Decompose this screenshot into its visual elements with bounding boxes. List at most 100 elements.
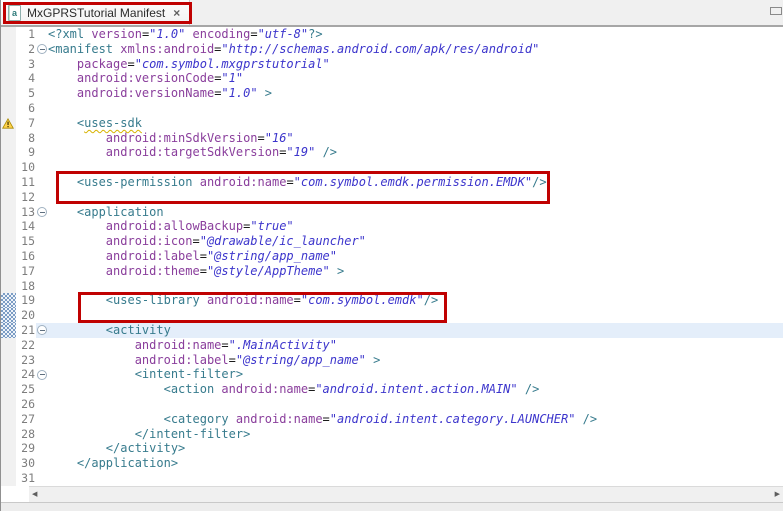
- code-text[interactable]: <uses-library android:name="com.symbol.e…: [48, 293, 783, 308]
- annotation-ruler-cell: [1, 234, 16, 249]
- folding-ruler-cell: [36, 353, 48, 368]
- collapse-minus-icon[interactable]: [37, 325, 47, 335]
- line-number[interactable]: 15: [16, 234, 36, 249]
- folding-ruler-cell: [36, 323, 48, 338]
- line-number[interactable]: 4: [16, 71, 36, 86]
- line-number[interactable]: 20: [16, 308, 36, 323]
- annotation-ruler-cell: [1, 412, 16, 427]
- code-text[interactable]: [48, 279, 783, 294]
- line-number[interactable]: 2: [16, 42, 36, 57]
- line-number[interactable]: 6: [16, 101, 36, 116]
- horizontal-scrollbar[interactable]: ◀ ▶: [1, 486, 783, 502]
- line-number[interactable]: 26: [16, 397, 36, 412]
- scrollbar-gutter-spacer: [1, 486, 29, 502]
- annotation-ruler-cell: [1, 427, 16, 442]
- change-marker[interactable]: [1, 323, 16, 338]
- line-number[interactable]: 17: [16, 264, 36, 279]
- line-number[interactable]: 27: [16, 412, 36, 427]
- line-number[interactable]: 10: [16, 160, 36, 175]
- code-text[interactable]: android:minSdkVersion="16": [48, 131, 783, 146]
- folding-ruler-cell: [36, 234, 48, 249]
- code-line-31: 31: [1, 471, 783, 486]
- line-number[interactable]: 18: [16, 279, 36, 294]
- collapse-minus-icon[interactable]: [37, 207, 47, 217]
- code-line-28: 28 </intent-filter>: [1, 427, 783, 442]
- code-text[interactable]: android:versionCode="1": [48, 71, 783, 86]
- code-text[interactable]: <?xml version="1.0" encoding="utf-8"?>: [48, 27, 783, 42]
- manifest-file-icon: a: [8, 5, 21, 21]
- line-number[interactable]: 21: [16, 323, 36, 338]
- line-number[interactable]: 7: [16, 116, 36, 131]
- line-number[interactable]: 24: [16, 367, 36, 382]
- code-text[interactable]: android:theme="@style/AppTheme" >: [48, 264, 783, 279]
- line-number[interactable]: 5: [16, 86, 36, 101]
- code-line-14: 14 android:allowBackup="true": [1, 219, 783, 234]
- line-number[interactable]: 3: [16, 57, 36, 72]
- code-text[interactable]: <uses-permission android:name="com.symbo…: [48, 175, 783, 190]
- line-number[interactable]: 1: [16, 27, 36, 42]
- code-text[interactable]: android:allowBackup="true": [48, 219, 783, 234]
- code-text[interactable]: <application: [48, 205, 783, 220]
- code-line-11: 11 <uses-permission android:name="com.sy…: [1, 175, 783, 190]
- annotation-ruler-cell: [1, 57, 16, 72]
- collapse-minus-icon[interactable]: [37, 370, 47, 380]
- folding-ruler-cell: [36, 471, 48, 486]
- code-text[interactable]: [48, 397, 783, 412]
- line-number[interactable]: 22: [16, 338, 36, 353]
- line-number[interactable]: 11: [16, 175, 36, 190]
- code-text[interactable]: <activity: [48, 323, 783, 338]
- code-text[interactable]: android:label="@string/app_name": [48, 249, 783, 264]
- line-number[interactable]: 19: [16, 293, 36, 308]
- code-text[interactable]: android:icon="@drawable/ic_launcher": [48, 234, 783, 249]
- folding-ruler-cell: [36, 131, 48, 146]
- line-number[interactable]: 25: [16, 382, 36, 397]
- line-number[interactable]: 14: [16, 219, 36, 234]
- folding-ruler-cell: [36, 249, 48, 264]
- code-text[interactable]: [48, 160, 783, 175]
- code-text[interactable]: <action android:name="android.intent.act…: [48, 382, 783, 397]
- annotation-ruler-cell: [1, 338, 16, 353]
- line-number[interactable]: 8: [16, 131, 36, 146]
- code-text[interactable]: </intent-filter>: [48, 427, 783, 442]
- line-number[interactable]: 29: [16, 441, 36, 456]
- code-text[interactable]: <category android:name="android.intent.c…: [48, 412, 783, 427]
- code-text[interactable]: [48, 101, 783, 116]
- code-line-2: 2 <manifest xmlns:android="http://schemas…: [1, 42, 783, 57]
- folding-ruler-cell: [36, 27, 48, 42]
- code-text[interactable]: android:name=".MainActivity": [48, 338, 783, 353]
- change-marker[interactable]: [1, 308, 16, 323]
- line-number[interactable]: 9: [16, 145, 36, 160]
- code-text[interactable]: <uses-sdk: [48, 116, 783, 131]
- line-number[interactable]: 28: [16, 427, 36, 442]
- line-number[interactable]: 13: [16, 205, 36, 220]
- code-text[interactable]: android:targetSdkVersion="19" />: [48, 145, 783, 160]
- line-number[interactable]: 31: [16, 471, 36, 486]
- line-number[interactable]: 30: [16, 456, 36, 471]
- xml-source-editor[interactable]: 1<?xml version="1.0" encoding="utf-8"?>2…: [1, 27, 783, 486]
- code-text[interactable]: package="com.symbol.mxgprstutorial": [48, 57, 783, 72]
- code-text[interactable]: <intent-filter>: [48, 367, 783, 382]
- editor-tab-bar: a MxGPRSTutorial Manifest ×: [1, 0, 783, 27]
- change-marker[interactable]: [1, 293, 16, 308]
- code-text[interactable]: [48, 308, 783, 323]
- scrollbar-track[interactable]: ◀ ▶: [29, 486, 783, 502]
- code-text[interactable]: [48, 190, 783, 205]
- code-text[interactable]: </application>: [48, 456, 783, 471]
- code-text[interactable]: [48, 471, 783, 486]
- scroll-left-arrow-icon[interactable]: ◀: [32, 491, 37, 498]
- close-icon[interactable]: ×: [171, 7, 180, 19]
- line-number[interactable]: 12: [16, 190, 36, 205]
- scroll-right-arrow-icon[interactable]: ▶: [775, 491, 780, 498]
- code-text[interactable]: </activity>: [48, 441, 783, 456]
- line-number[interactable]: 16: [16, 249, 36, 264]
- line-number[interactable]: 23: [16, 353, 36, 368]
- tab-manifest-editor[interactable]: a MxGPRSTutorial Manifest ×: [1, 0, 190, 25]
- window-restore-icon[interactable]: [770, 7, 782, 15]
- warning-marker-cell[interactable]: [1, 116, 16, 131]
- folding-ruler-cell: [36, 42, 48, 57]
- code-text[interactable]: android:versionName="1.0" >: [48, 86, 783, 101]
- folding-ruler-cell: [36, 427, 48, 442]
- collapse-minus-icon[interactable]: [37, 44, 47, 54]
- code-text[interactable]: <manifest xmlns:android="http://schemas.…: [48, 42, 783, 57]
- code-text[interactable]: android:label="@string/app_name" >: [48, 353, 783, 368]
